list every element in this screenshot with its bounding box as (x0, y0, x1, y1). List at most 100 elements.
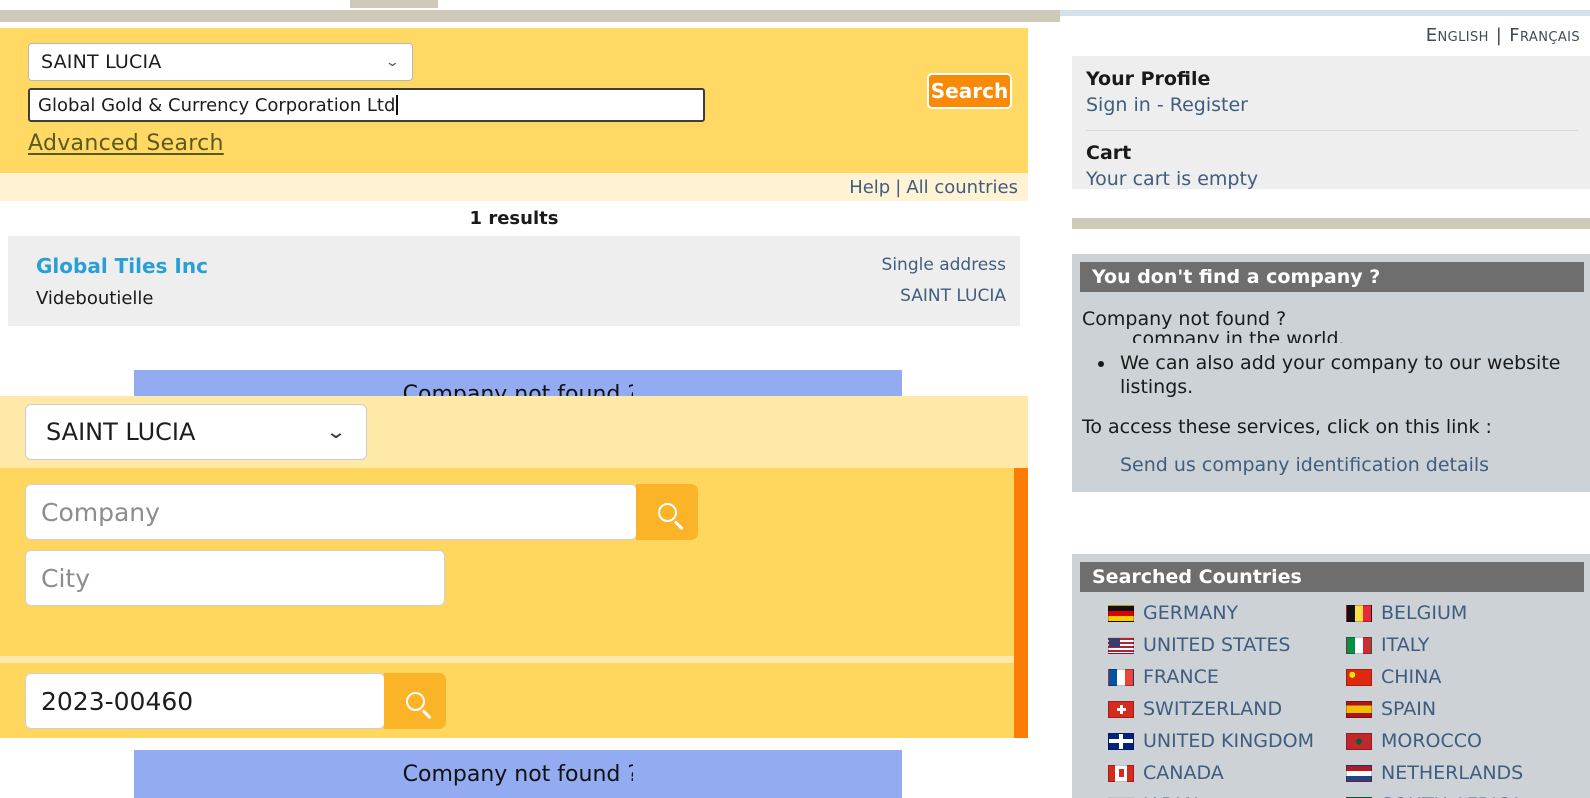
result-row[interactable]: Global Tiles Inc Videboutielle Single ad… (8, 236, 1020, 326)
chevron-down-icon: ⌄ (384, 54, 401, 70)
searched-country-label: GERMANY (1143, 602, 1239, 624)
company-search-input[interactable]: Global Gold & Currency Corporation Ltd (28, 88, 705, 122)
quick-form-city-input[interactable]: City (25, 550, 445, 606)
search-button[interactable]: Search (927, 73, 1012, 109)
advanced-search-link[interactable]: Advanced Search (28, 131, 224, 156)
profile-divider (1086, 130, 1578, 131)
send-company-details-link[interactable]: Send us company identification details (1120, 454, 1580, 476)
text-caret (396, 95, 399, 115)
top-beige-bar (0, 10, 1060, 22)
flag-netherlands-icon (1346, 764, 1372, 782)
sign-in-register-link[interactable]: Sign in - Register (1086, 94, 1590, 116)
top-nub-bar (350, 0, 438, 8)
quick-form-company-input[interactable]: Company (25, 484, 637, 540)
language-separator: | (1495, 24, 1503, 46)
searched-countries-panel: Searched Countries GERMANY BELGIUM UNITED … (1072, 554, 1590, 798)
flag-china-icon (1346, 668, 1372, 686)
company-not-found-banner-bottom[interactable]: Company not found? (134, 750, 902, 798)
searched-country-item[interactable]: UNITED STATES (1108, 630, 1346, 660)
searched-country-item[interactable]: SOUTH AFRICA (1346, 790, 1584, 798)
searched-country-item[interactable]: ITALY (1346, 630, 1584, 660)
searched-country-item[interactable]: BELGIUM (1346, 598, 1584, 628)
flag-belgium-icon (1346, 604, 1372, 622)
help-link[interactable]: Help (849, 177, 890, 198)
search-header: SAINT LUCIA ⌄ Global Gold & Currency Cor… (0, 28, 1028, 173)
searched-country-item[interactable]: UNITED KINGDOM (1108, 726, 1346, 756)
searched-country-label: SOUTH AFRICA (1381, 794, 1523, 798)
flag-france-icon (1108, 668, 1134, 686)
searched-country-item[interactable]: CANADA (1108, 758, 1346, 788)
cart-status: Your cart is empty (1086, 168, 1259, 190)
company-not-found-panel: You don't find a company ? Company not f… (1072, 254, 1590, 492)
searched-country-label: NETHERLANDS (1381, 762, 1524, 784)
country-select[interactable]: SAINT LUCIA ⌄ (28, 43, 413, 81)
right-sidebar: English | Français Your Profile Sign in … (1060, 16, 1590, 798)
flag-morocco-icon (1346, 732, 1372, 750)
searched-country-label: BELGIUM (1381, 602, 1468, 624)
company-not-found-bullets: We can also add your company to our webs… (1116, 352, 1580, 400)
searched-country-label: SWITZERLAND (1143, 698, 1283, 720)
searched-country-item[interactable]: JAPAN (1108, 790, 1346, 798)
searched-countries-title: Searched Countries (1080, 562, 1584, 592)
profile-box: Your Profile Sign in - Register Cart You… (1072, 56, 1590, 190)
searched-country-item[interactable]: MOROCCO (1346, 726, 1584, 756)
searched-country-label: JAPAN (1143, 794, 1199, 798)
flag-switzerland-icon (1108, 700, 1134, 718)
company-not-found-panel-body: Company not found ? company in the world… (1080, 292, 1584, 476)
panel-orange-edge (1014, 468, 1028, 738)
searched-country-label: SPAIN (1381, 698, 1437, 720)
quick-form-reference-input[interactable]: 2023-00460 (25, 673, 385, 729)
company-not-found-clipped-line: company in the world. (1132, 328, 1345, 343)
searched-country-item[interactable]: CHINA (1346, 662, 1584, 692)
page-root: SAINT LUCIA ⌄ Global Gold & Currency Cor… (0, 0, 1590, 798)
quick-form-country-strip: SAINT LUCIA ⌄ (0, 396, 1028, 468)
flag-italy-icon (1346, 636, 1372, 654)
result-address-type: Single address (881, 255, 1006, 275)
company-not-found-banner-bottom-label: Company not found (402, 761, 621, 787)
company-not-found-line: Company not found ? (1082, 308, 1580, 330)
flag-spain-icon (1346, 700, 1372, 718)
result-country: SAINT LUCIA (900, 286, 1006, 306)
cart-title: Cart (1086, 142, 1132, 164)
quick-form-company-search-button[interactable] (636, 484, 698, 540)
searched-country-label: FRANCE (1143, 666, 1219, 688)
help-separator: | (895, 176, 902, 198)
searched-country-label: ITALY (1381, 634, 1430, 656)
searched-country-item[interactable]: NETHERLANDS (1346, 758, 1584, 788)
panel-divider (0, 656, 1014, 663)
quick-form-country-value: SAINT LUCIA (46, 418, 196, 446)
searched-country-label: MOROCCO (1381, 730, 1482, 752)
searched-country-item[interactable]: SWITZERLAND (1108, 694, 1346, 724)
result-company-subtitle: Videboutielle (36, 288, 154, 309)
searched-countries-grid: GERMANY BELGIUM UNITED STATES ITALY FRANCE CH… (1080, 592, 1584, 798)
list-item: We can also add your company to our webs… (1116, 352, 1580, 400)
flag-canada-icon (1108, 764, 1134, 782)
company-not-found-access-text: To access these services, click on this … (1082, 415, 1492, 438)
searched-country-item[interactable]: SPAIN (1346, 694, 1584, 724)
sidebar-beige-divider (1072, 218, 1590, 229)
all-countries-link[interactable]: All countries (906, 177, 1018, 198)
flag-germany-icon (1108, 604, 1134, 622)
language-english-link[interactable]: English (1426, 25, 1489, 46)
searched-country-label: UNITED STATES (1143, 634, 1291, 656)
language-francais-link[interactable]: Français (1509, 25, 1580, 46)
search-icon (405, 691, 425, 711)
chevron-down-icon: ⌄ (325, 421, 347, 443)
language-switcher: English | Français (1060, 22, 1580, 48)
search-icon (657, 502, 677, 522)
searched-country-label: CANADA (1143, 762, 1224, 784)
flag-united-kingdom-icon (1108, 732, 1134, 750)
quick-form-country-select[interactable]: SAINT LUCIA ⌄ (25, 404, 367, 460)
help-bar: Help | All countries (0, 173, 1028, 201)
searched-country-label: UNITED KINGDOM (1143, 730, 1314, 752)
company-not-found-panel-title: You don't find a company ? (1080, 262, 1584, 292)
quick-form-panel: Company City 2023-00460 (0, 468, 1028, 738)
searched-country-item[interactable]: GERMANY (1108, 598, 1346, 628)
results-count: 1 results (0, 201, 1028, 236)
profile-title: Your Profile (1086, 68, 1211, 90)
searched-country-label: CHINA (1381, 666, 1442, 688)
country-select-value: SAINT LUCIA (41, 51, 162, 73)
result-company-link[interactable]: Global Tiles Inc (36, 254, 208, 278)
quick-form-reference-search-button[interactable] (384, 673, 446, 729)
searched-country-item[interactable]: FRANCE (1108, 662, 1346, 692)
